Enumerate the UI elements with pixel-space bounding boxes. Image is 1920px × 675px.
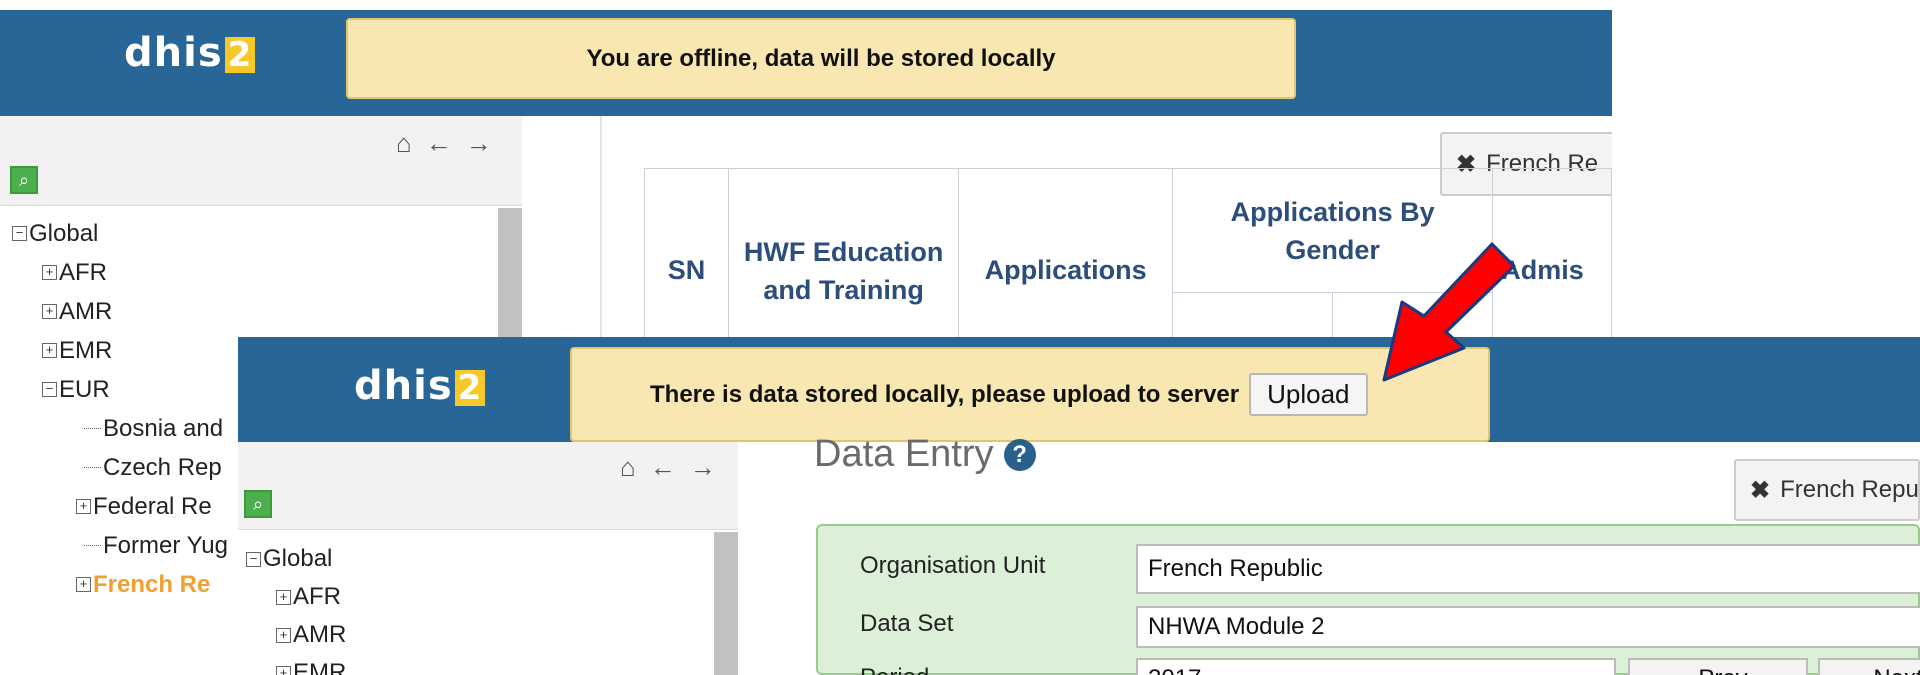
dhis2-logo[interactable]: dhis 2 — [124, 30, 256, 76]
tree-toolbar: ⌂ ← → ⌕ — [0, 116, 522, 206]
upload-button[interactable]: Upload — [1249, 373, 1368, 416]
tree-node-emr[interactable]: + EMR — [12, 331, 228, 370]
collapse-icon[interactable]: − — [12, 226, 27, 241]
tree-node-french[interactable]: + French Re — [12, 565, 228, 604]
offline-message: You are offline, data will be stored loc… — [586, 44, 1056, 72]
upload-screenshot: dhis 2 There is data stored locally, plea… — [238, 337, 1920, 675]
tree-node-afr[interactable]: + AFR — [12, 253, 228, 292]
tree-node-global[interactable]: − Global — [246, 540, 346, 578]
search-icon[interactable]: ⌕ — [244, 490, 272, 518]
org-unit-tree: − Global + AFR + AMR + EMR − EUR Bosnia and C… — [12, 214, 228, 604]
arrow-right-icon[interactable]: → — [466, 128, 492, 159]
dhis2-logo[interactable]: dhis 2 — [354, 363, 486, 409]
search-icon[interactable]: ⌕ — [10, 166, 38, 194]
expand-icon[interactable]: + — [42, 343, 57, 358]
arrow-right-icon[interactable]: → — [690, 452, 716, 483]
tree-nav-icons: ⌂ ← → — [396, 128, 492, 159]
tree-node-former[interactable]: Former Yug — [12, 526, 228, 565]
help-icon[interactable]: ? — [1003, 438, 1036, 471]
expand-icon[interactable]: + — [76, 577, 91, 592]
expand-icon[interactable]: + — [276, 665, 291, 675]
next-button[interactable]: Next — [1818, 658, 1920, 675]
data-set-select[interactable]: NHWA Module 2 — [1136, 606, 1920, 648]
expand-icon[interactable]: + — [42, 265, 57, 280]
tree-node-bosnia[interactable]: Bosnia and — [12, 409, 228, 448]
data-set-label: Data Set — [860, 610, 954, 637]
org-unit-tree-panel: ⌂ ← → ⌕ − Global + AFR + AMR + EMR — [238, 442, 738, 675]
tree-toolbar: ⌂ ← → ⌕ — [238, 442, 738, 530]
upload-banner: There is data stored locally, please upl… — [570, 347, 1490, 442]
expand-icon[interactable]: + — [42, 304, 57, 319]
home-icon[interactable]: ⌂ — [620, 452, 636, 483]
tree-scrollbar[interactable] — [714, 532, 738, 675]
tree-node-amr[interactable]: + AMR — [12, 292, 228, 331]
arrow-left-icon[interactable]: ← — [426, 128, 452, 159]
selected-org-unit-tag[interactable]: ✖ French Repu — [1734, 459, 1920, 521]
tree-node-czech[interactable]: Czech Rep — [12, 448, 228, 487]
home-icon[interactable]: ⌂ — [396, 128, 412, 159]
expand-icon[interactable]: + — [76, 499, 91, 514]
period-select[interactable]: 2017 — [1136, 658, 1616, 675]
data-entry-form: Organisation Unit French Republic Data S… — [816, 524, 1920, 675]
tree-node-emr[interactable]: + EMR — [246, 654, 346, 675]
expand-icon[interactable]: + — [276, 627, 291, 643]
period-label: Period — [860, 664, 929, 675]
tree-node-amr[interactable]: + AMR — [246, 616, 346, 654]
close-icon[interactable]: ✖ — [1750, 476, 1770, 505]
tree-node-afr[interactable]: + AFR — [246, 578, 346, 616]
offline-banner: You are offline, data will be stored loc… — [346, 18, 1296, 99]
org-unit-label: Organisation Unit — [860, 552, 1046, 579]
red-arrow-annotation — [1382, 242, 1516, 382]
org-unit-field[interactable]: French Republic — [1136, 544, 1920, 594]
tree-node-eur[interactable]: − EUR — [12, 370, 228, 409]
collapse-icon[interactable]: − — [42, 382, 57, 397]
tree-nav-icons: ⌂ ← → — [620, 452, 716, 483]
arrow-left-icon[interactable]: ← — [650, 452, 676, 483]
expand-icon[interactable]: + — [276, 589, 291, 605]
upload-message: There is data stored locally, please upl… — [650, 380, 1240, 408]
collapse-icon[interactable]: − — [246, 551, 261, 567]
tree-node-global[interactable]: − Global — [12, 214, 228, 253]
tree-node-federal[interactable]: + Federal Re — [12, 487, 228, 526]
prev-button[interactable]: Prev — [1628, 658, 1808, 675]
page-title: Data Entry? — [814, 433, 1036, 476]
org-unit-tree: − Global + AFR + AMR + EMR — [246, 540, 346, 675]
